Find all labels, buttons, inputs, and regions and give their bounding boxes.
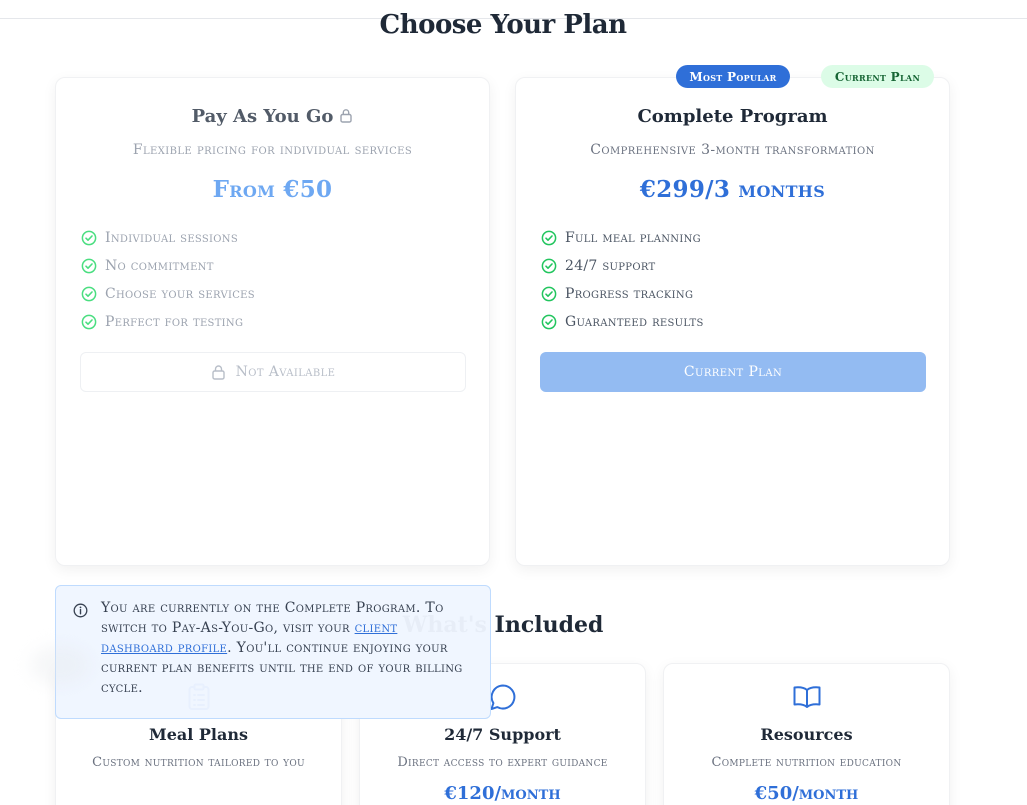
feature-item: 24/7 support	[541, 252, 704, 280]
included-description: Complete nutrition education	[711, 755, 902, 770]
page-title: Choose Your Plan	[379, 10, 628, 40]
included-price: €50/month	[754, 783, 859, 804]
lock-icon	[211, 365, 225, 380]
not-available-button[interactable]: Not Available	[80, 352, 466, 392]
notice-text: You are currently on the Complete Progra…	[101, 598, 474, 698]
feature-item: Guaranteed results	[541, 308, 704, 336]
feature-text: Choose your services	[105, 286, 255, 302]
feature-list: Individual sessions No commitment Choose…	[81, 224, 255, 336]
feature-item: Choose your services	[81, 280, 255, 308]
included-title: 24/7 Support	[444, 725, 561, 744]
check-circle-icon	[81, 314, 97, 330]
plan-description: Flexible pricing for individual services	[132, 142, 413, 158]
floating-widget-shadow	[30, 645, 90, 685]
check-circle-icon	[81, 286, 97, 302]
included-title: Resources	[760, 725, 853, 744]
check-circle-icon	[541, 230, 557, 246]
lock-icon	[340, 109, 353, 123]
plan-card-complete-program: Complete Program Comprehensive 3-month t…	[515, 77, 950, 566]
feature-text: 24/7 support	[565, 258, 656, 274]
most-popular-badge: Most Popular	[676, 65, 790, 88]
check-circle-icon	[541, 314, 557, 330]
included-description: Custom nutrition tailored to you	[92, 755, 305, 770]
feature-text: Guaranteed results	[565, 314, 704, 330]
check-circle-icon	[81, 230, 97, 246]
current-plan-badge: Current Plan	[821, 65, 934, 88]
feature-item: Full meal planning	[541, 224, 704, 252]
plan-name: Complete Program	[637, 106, 828, 127]
current-plan-button[interactable]: Current Plan	[540, 352, 926, 392]
feature-text: Progress tracking	[565, 286, 694, 302]
plan-description: Comprehensive 3-month transformation	[590, 142, 875, 158]
feature-item: Individual sessions	[81, 224, 255, 252]
included-title: Meal Plans	[148, 725, 249, 744]
plan-name: Pay As You Go	[191, 106, 334, 127]
book-icon	[793, 686, 820, 708]
feature-text: Perfect for testing	[105, 314, 244, 330]
feature-item: Progress tracking	[541, 280, 704, 308]
included-card-resources: Resources Complete nutrition education €…	[663, 663, 950, 805]
plan-info-notice: You are currently on the Complete Progra…	[55, 585, 491, 719]
info-icon	[73, 603, 88, 618]
plan-card-pay-as-you-go: Pay As You Go Flexible pricing for indiv…	[55, 77, 490, 566]
check-circle-icon	[81, 258, 97, 274]
feature-text: Individual sessions	[105, 230, 238, 246]
plan-price: From €50	[212, 176, 333, 203]
feature-item: Perfect for testing	[81, 308, 255, 336]
button-label: Not Available	[235, 364, 336, 380]
included-description: Direct access to expert guidance	[397, 755, 608, 770]
plan-price: €299/3 months	[639, 176, 826, 203]
check-circle-icon	[541, 286, 557, 302]
chat-bubble-icon	[490, 684, 515, 710]
feature-item: No commitment	[81, 252, 255, 280]
feature-list: Full meal planning 24/7 support Progress…	[541, 224, 704, 336]
feature-text: No commitment	[105, 258, 214, 274]
included-price: €120/month	[444, 783, 561, 804]
feature-text: Full meal planning	[565, 230, 701, 246]
check-circle-icon	[541, 258, 557, 274]
plan-name-heading: Pay As You Go	[56, 106, 489, 127]
